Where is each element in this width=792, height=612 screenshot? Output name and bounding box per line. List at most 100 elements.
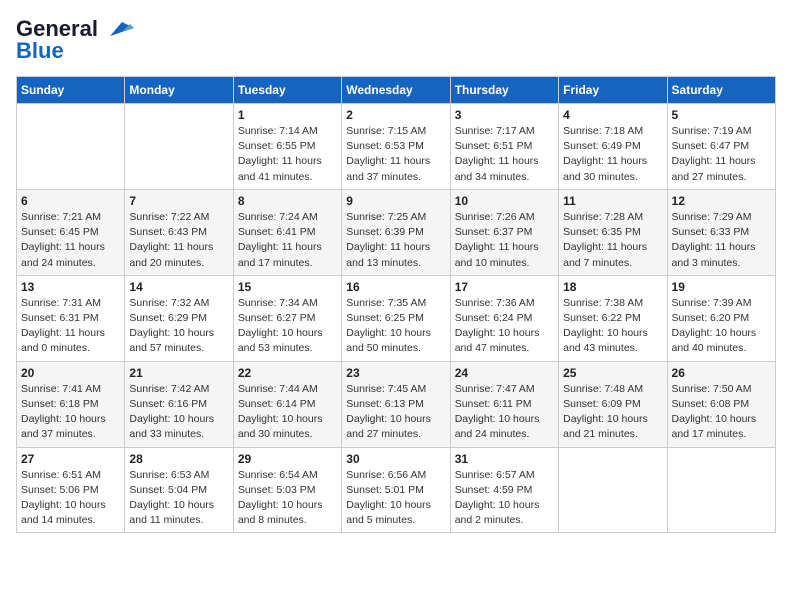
calendar-cell: 15Sunrise: 7:34 AM Sunset: 6:27 PM Dayli… <box>233 275 341 361</box>
calendar-cell: 28Sunrise: 6:53 AM Sunset: 5:04 PM Dayli… <box>125 447 233 533</box>
calendar-cell <box>17 104 125 190</box>
day-number: 17 <box>455 280 554 294</box>
calendar-cell: 2 Sunrise: 7:15 AM Sunset: 6:53 PM Daylig… <box>342 104 450 190</box>
calendar-cell <box>125 104 233 190</box>
day-number: 27 <box>21 452 120 466</box>
logo-bird-icon <box>102 18 134 40</box>
calendar-cell: 14Sunrise: 7:32 AM Sunset: 6:29 PM Dayli… <box>125 275 233 361</box>
day-number: 10 <box>455 194 554 208</box>
header-monday: Monday <box>125 77 233 104</box>
day-number: 23 <box>346 366 445 380</box>
day-number: 31 <box>455 452 554 466</box>
header-friday: Friday <box>559 77 667 104</box>
calendar-cell: 13 Sunrise: 7:31 AM Sunset: 6:31 PM Dayli… <box>17 275 125 361</box>
calendar-cell: 29 Sunrise: 6:54 AM Sunset: 5:03 PM Dayli… <box>233 447 341 533</box>
calendar-week-3: 13 Sunrise: 7:31 AM Sunset: 6:31 PM Dayli… <box>17 275 776 361</box>
calendar-cell <box>667 447 775 533</box>
calendar-week-4: 20Sunrise: 7:41 AM Sunset: 6:18 PM Dayli… <box>17 361 776 447</box>
header-thursday: Thursday <box>450 77 558 104</box>
calendar-cell: 5 Sunrise: 7:19 AM Sunset: 6:47 PM Daylig… <box>667 104 775 190</box>
day-info: Sunrise: 7:17 AM Sunset: 6:51 PM Dayligh… <box>455 124 554 185</box>
calendar-cell: 3Sunrise: 7:17 AM Sunset: 6:51 PM Daylig… <box>450 104 558 190</box>
calendar-cell: 26Sunrise: 7:50 AM Sunset: 6:08 PM Dayli… <box>667 361 775 447</box>
header-wednesday: Wednesday <box>342 77 450 104</box>
day-number: 7 <box>129 194 228 208</box>
day-number: 5 <box>672 108 771 122</box>
calendar-cell: 24Sunrise: 7:47 AM Sunset: 6:11 PM Dayli… <box>450 361 558 447</box>
day-info: Sunrise: 7:38 AM Sunset: 6:22 PM Dayligh… <box>563 296 662 357</box>
logo: General Blue <box>16 16 134 64</box>
calendar-table: SundayMondayTuesdayWednesdayThursdayFrid… <box>16 76 776 533</box>
calendar-week-2: 6 Sunrise: 7:21 AM Sunset: 6:45 PM Daylig… <box>17 189 776 275</box>
day-number: 8 <box>238 194 337 208</box>
calendar-cell: 23 Sunrise: 7:45 AM Sunset: 6:13 PM Dayli… <box>342 361 450 447</box>
header-sunday: Sunday <box>17 77 125 104</box>
day-info: Sunrise: 6:51 AM Sunset: 5:06 PM Dayligh… <box>21 468 120 529</box>
day-number: 11 <box>563 194 662 208</box>
day-number: 9 <box>346 194 445 208</box>
day-info: Sunrise: 7:39 AM Sunset: 6:20 PM Dayligh… <box>672 296 771 357</box>
calendar-cell: 25 Sunrise: 7:48 AM Sunset: 6:09 PM Dayli… <box>559 361 667 447</box>
day-info: Sunrise: 6:57 AM Sunset: 4:59 PM Dayligh… <box>455 468 554 529</box>
calendar-cell: 31 Sunrise: 6:57 AM Sunset: 4:59 PM Dayli… <box>450 447 558 533</box>
day-info: Sunrise: 7:42 AM Sunset: 6:16 PM Dayligh… <box>129 382 228 443</box>
day-info: Sunrise: 7:48 AM Sunset: 6:09 PM Dayligh… <box>563 382 662 443</box>
day-number: 21 <box>129 366 228 380</box>
day-info: Sunrise: 7:35 AM Sunset: 6:25 PM Dayligh… <box>346 296 445 357</box>
logo-blue: Blue <box>16 38 64 64</box>
day-info: Sunrise: 7:15 AM Sunset: 6:53 PM Dayligh… <box>346 124 445 185</box>
day-info: Sunrise: 7:31 AM Sunset: 6:31 PM Dayligh… <box>21 296 120 357</box>
calendar-cell: 9Sunrise: 7:25 AM Sunset: 6:39 PM Daylig… <box>342 189 450 275</box>
header-tuesday: Tuesday <box>233 77 341 104</box>
day-info: Sunrise: 7:21 AM Sunset: 6:45 PM Dayligh… <box>21 210 120 271</box>
day-number: 30 <box>346 452 445 466</box>
calendar-week-5: 27 Sunrise: 6:51 AM Sunset: 5:06 PM Dayli… <box>17 447 776 533</box>
calendar-cell: 22 Sunrise: 7:44 AM Sunset: 6:14 PM Dayli… <box>233 361 341 447</box>
calendar-cell: 4 Sunrise: 7:18 AM Sunset: 6:49 PM Daylig… <box>559 104 667 190</box>
day-number: 28 <box>129 452 228 466</box>
calendar-cell <box>559 447 667 533</box>
day-info: Sunrise: 7:32 AM Sunset: 6:29 PM Dayligh… <box>129 296 228 357</box>
day-number: 29 <box>238 452 337 466</box>
calendar-cell: 1 Sunrise: 7:14 AM Sunset: 6:55 PM Daylig… <box>233 104 341 190</box>
day-number: 13 <box>21 280 120 294</box>
header-saturday: Saturday <box>667 77 775 104</box>
day-info: Sunrise: 7:19 AM Sunset: 6:47 PM Dayligh… <box>672 124 771 185</box>
calendar-cell: 19 Sunrise: 7:39 AM Sunset: 6:20 PM Dayli… <box>667 275 775 361</box>
day-number: 22 <box>238 366 337 380</box>
page-header: General Blue <box>16 16 776 64</box>
day-number: 15 <box>238 280 337 294</box>
day-number: 20 <box>21 366 120 380</box>
calendar-week-1: 1 Sunrise: 7:14 AM Sunset: 6:55 PM Daylig… <box>17 104 776 190</box>
day-info: Sunrise: 7:24 AM Sunset: 6:41 PM Dayligh… <box>238 210 337 271</box>
calendar-cell: 17Sunrise: 7:36 AM Sunset: 6:24 PM Dayli… <box>450 275 558 361</box>
day-info: Sunrise: 6:54 AM Sunset: 5:03 PM Dayligh… <box>238 468 337 529</box>
day-number: 25 <box>563 366 662 380</box>
day-info: Sunrise: 7:47 AM Sunset: 6:11 PM Dayligh… <box>455 382 554 443</box>
calendar-cell: 21 Sunrise: 7:42 AM Sunset: 6:16 PM Dayli… <box>125 361 233 447</box>
day-info: Sunrise: 7:29 AM Sunset: 6:33 PM Dayligh… <box>672 210 771 271</box>
calendar-cell: 30 Sunrise: 6:56 AM Sunset: 5:01 PM Dayli… <box>342 447 450 533</box>
day-info: Sunrise: 7:26 AM Sunset: 6:37 PM Dayligh… <box>455 210 554 271</box>
calendar-cell: 27 Sunrise: 6:51 AM Sunset: 5:06 PM Dayli… <box>17 447 125 533</box>
day-number: 19 <box>672 280 771 294</box>
day-info: Sunrise: 7:22 AM Sunset: 6:43 PM Dayligh… <box>129 210 228 271</box>
calendar-cell: 18 Sunrise: 7:38 AM Sunset: 6:22 PM Dayli… <box>559 275 667 361</box>
calendar-cell: 12Sunrise: 7:29 AM Sunset: 6:33 PM Dayli… <box>667 189 775 275</box>
calendar-cell: 7 Sunrise: 7:22 AM Sunset: 6:43 PM Daylig… <box>125 189 233 275</box>
day-number: 4 <box>563 108 662 122</box>
day-info: Sunrise: 7:18 AM Sunset: 6:49 PM Dayligh… <box>563 124 662 185</box>
calendar-cell: 8 Sunrise: 7:24 AM Sunset: 6:41 PM Daylig… <box>233 189 341 275</box>
day-info: Sunrise: 7:44 AM Sunset: 6:14 PM Dayligh… <box>238 382 337 443</box>
day-number: 2 <box>346 108 445 122</box>
calendar-cell: 10 Sunrise: 7:26 AM Sunset: 6:37 PM Dayli… <box>450 189 558 275</box>
day-info: Sunrise: 6:56 AM Sunset: 5:01 PM Dayligh… <box>346 468 445 529</box>
day-number: 16 <box>346 280 445 294</box>
day-number: 18 <box>563 280 662 294</box>
day-info: Sunrise: 7:14 AM Sunset: 6:55 PM Dayligh… <box>238 124 337 185</box>
day-number: 26 <box>672 366 771 380</box>
day-info: Sunrise: 7:45 AM Sunset: 6:13 PM Dayligh… <box>346 382 445 443</box>
day-info: Sunrise: 7:28 AM Sunset: 6:35 PM Dayligh… <box>563 210 662 271</box>
day-number: 1 <box>238 108 337 122</box>
day-number: 6 <box>21 194 120 208</box>
